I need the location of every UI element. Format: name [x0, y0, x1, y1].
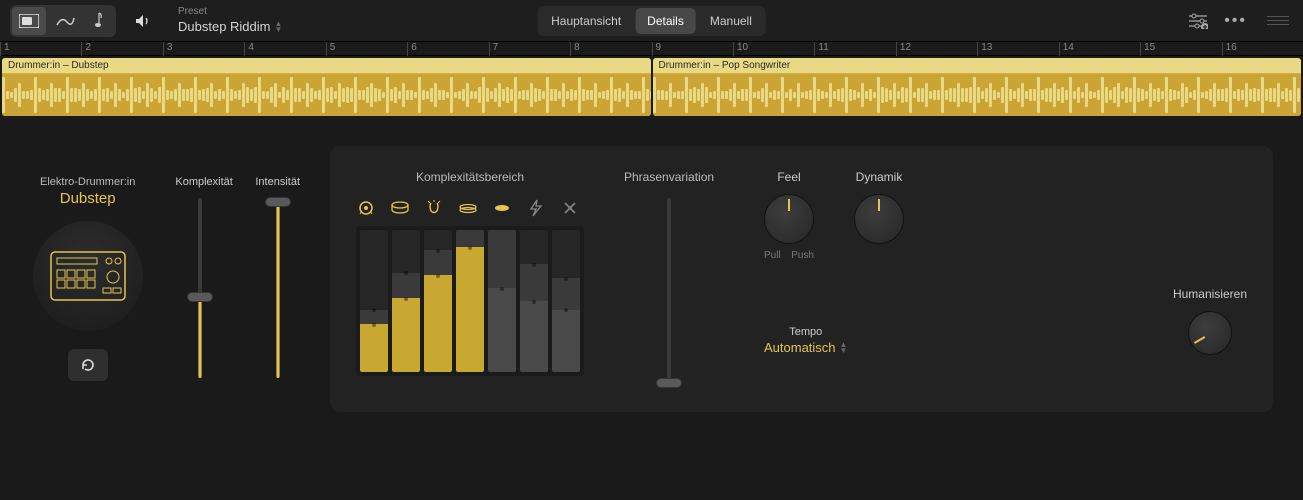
- region-header: Drummer:in – Pop Songwriter: [653, 58, 1302, 73]
- details-panel: Komplexitätsbereich Phrasenvariation Fee…: [330, 146, 1273, 412]
- preset-selector[interactable]: Preset Dubstep Riddim ▲▼: [178, 6, 282, 35]
- ruler-tick: 14: [1059, 42, 1074, 56]
- section-title: Komplexitätsbereich: [356, 170, 584, 184]
- humanize-knob[interactable]: [1188, 311, 1232, 355]
- intensitaet-slider[interactable]: [276, 198, 280, 378]
- kick-icon[interactable]: [356, 198, 376, 218]
- complexity-bar[interactable]: [552, 230, 580, 372]
- waveform: [653, 74, 1302, 116]
- ruler-tick: 2: [81, 42, 91, 56]
- humanize-knob-block: Humanisieren: [1173, 287, 1247, 355]
- toolbar: Preset Dubstep Riddim ▲▼ Hauptansicht De…: [0, 0, 1303, 42]
- tab-hauptansicht[interactable]: Hauptansicht: [539, 8, 633, 34]
- tempo-label: Tempo: [764, 326, 847, 338]
- editor-view-tabs: Hauptansicht Details Manuell: [537, 6, 766, 36]
- dynamik-knob[interactable]: [854, 194, 904, 244]
- ruler-tick: 7: [489, 42, 499, 56]
- section-title: Phrasenvariation: [624, 170, 714, 184]
- ruler-tick: 8: [570, 42, 580, 56]
- knob-label: Dynamik: [854, 170, 904, 184]
- waveform: [2, 74, 651, 116]
- snare-icon[interactable]: [390, 198, 410, 218]
- feel-knob-block: Feel Pull Push: [764, 170, 814, 261]
- ruler-tick: 1: [0, 42, 10, 56]
- complexity-bars[interactable]: [356, 226, 584, 376]
- feel-push-label: Push: [791, 250, 814, 261]
- feel-knob[interactable]: [764, 194, 814, 244]
- preset-name: Dubstep Riddim: [178, 19, 271, 35]
- ruler-tick: 16: [1222, 42, 1237, 56]
- settings-icon[interactable]: [1188, 13, 1208, 29]
- knobs-section: Feel Pull Push Dynamik Tempo Automatisc: [754, 170, 1247, 355]
- knob-label: Feel: [764, 170, 814, 184]
- complexity-bar[interactable]: [456, 230, 484, 372]
- timeline-ruler[interactable]: 12345678910111213141516: [0, 42, 1303, 56]
- hihat-icon[interactable]: [458, 198, 478, 218]
- ruler-tick: 6: [407, 42, 417, 56]
- intensitaet-slider-section: Intensität: [255, 176, 300, 381]
- stepper-icon: ▲▼: [840, 342, 848, 353]
- ruler-tick: 5: [326, 42, 336, 56]
- drummer-editor: Elektro-Drummer:in Dubstep: [0, 116, 1303, 412]
- ruler-tick: 9: [652, 42, 662, 56]
- drummer-section: Elektro-Drummer:in Dubstep: [30, 176, 145, 381]
- ruler-tick: 11: [814, 42, 828, 56]
- drag-handle-icon[interactable]: [1263, 12, 1293, 29]
- region-1[interactable]: Drummer:in – Dubstep: [2, 58, 651, 116]
- more-icon[interactable]: •••: [1224, 12, 1247, 30]
- phrase-variation-section: Phrasenvariation: [624, 170, 714, 388]
- clap-icon[interactable]: [424, 198, 444, 218]
- fx-icon[interactable]: [526, 198, 546, 218]
- tempo-selector[interactable]: Automatisch ▲▼: [764, 340, 847, 355]
- slider-thumb[interactable]: [656, 378, 682, 388]
- complexity-bar[interactable]: [488, 230, 516, 372]
- notation-view-button[interactable]: [84, 7, 114, 35]
- cross-icon[interactable]: [560, 198, 580, 218]
- region-view-button[interactable]: [12, 7, 46, 35]
- tab-manuell[interactable]: Manuell: [698, 8, 764, 34]
- volume-button[interactable]: [128, 7, 158, 35]
- ruler-tick: 3: [163, 42, 173, 56]
- slider-label: Intensität: [255, 176, 300, 188]
- automation-view-button[interactable]: [48, 7, 82, 35]
- feel-pull-label: Pull: [764, 250, 781, 261]
- dynamik-knob-block: Dynamik: [854, 170, 904, 261]
- komplexitaet-slider-section: Komplexität: [175, 176, 225, 381]
- ruler-tick: 12: [896, 42, 911, 56]
- region-2[interactable]: Drummer:in – Pop Songwriter: [653, 58, 1302, 116]
- ruler-tick: 15: [1140, 42, 1155, 56]
- perc-icon[interactable]: [492, 198, 512, 218]
- complexity-range-section: Komplexitätsbereich: [356, 170, 584, 376]
- drummer-image[interactable]: [33, 221, 143, 331]
- track-area: Drummer:in – Dubstep Drummer:in – Pop So…: [0, 56, 1303, 116]
- toolbar-right: •••: [1188, 12, 1293, 30]
- drummer-style[interactable]: Dubstep: [30, 190, 145, 207]
- complexity-bar[interactable]: [424, 230, 452, 372]
- phrase-slider[interactable]: [667, 198, 671, 388]
- komplexitaet-slider[interactable]: [198, 198, 202, 378]
- region-header: Drummer:in – Dubstep: [2, 58, 651, 73]
- stepper-icon: ▲▼: [275, 21, 283, 32]
- complexity-bar[interactable]: [360, 230, 388, 372]
- drummer-type-label: Elektro-Drummer:in: [30, 176, 145, 188]
- view-mode-group: [10, 5, 116, 37]
- ruler-tick: 13: [977, 42, 992, 56]
- ruler-tick: 10: [733, 42, 748, 56]
- tab-details[interactable]: Details: [635, 8, 696, 34]
- preset-caption: Preset: [178, 6, 282, 19]
- complexity-bar[interactable]: [392, 230, 420, 372]
- beat-category-icons: [356, 198, 584, 218]
- tempo-block: Tempo Automatisch ▲▼: [764, 326, 847, 355]
- ruler-tick: 4: [244, 42, 254, 56]
- reload-button[interactable]: [68, 349, 108, 381]
- complexity-bar[interactable]: [520, 230, 548, 372]
- slider-label: Komplexität: [175, 176, 225, 188]
- knob-label: Humanisieren: [1173, 287, 1247, 301]
